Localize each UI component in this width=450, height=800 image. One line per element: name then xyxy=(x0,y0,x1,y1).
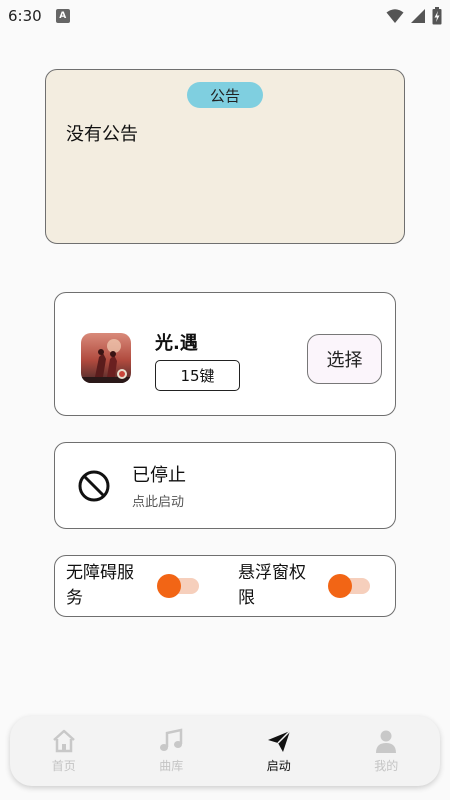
stopped-icon xyxy=(78,470,110,502)
announcement-badge: 公告 xyxy=(187,82,263,108)
game-cover-icon xyxy=(81,333,131,383)
notification-icon: A xyxy=(55,9,70,23)
overlay-permission-label: 悬浮窗权限 xyxy=(238,563,306,608)
status-icons xyxy=(386,7,442,25)
person-icon xyxy=(376,730,397,753)
select-button[interactable]: 选择 xyxy=(307,334,382,384)
status-bar: 6:30 A xyxy=(0,0,450,32)
send-icon xyxy=(267,730,291,752)
service-state-card[interactable]: 已停止 点此启动 xyxy=(54,442,396,529)
nav-item-launch[interactable]: 启动 xyxy=(239,728,319,774)
accessibility-service-label: 无障碍服务 xyxy=(66,563,134,608)
key-count-badge: 15键 xyxy=(155,360,240,391)
game-name: 光.遇 xyxy=(155,333,198,354)
toggle-thumb xyxy=(328,574,352,598)
accessibility-service-toggle[interactable] xyxy=(157,574,201,598)
toggle-thumb xyxy=(157,574,181,598)
service-state-title: 已停止 xyxy=(132,465,186,486)
wifi-icon xyxy=(386,9,404,23)
nav-label-mine: 我的 xyxy=(374,759,399,773)
music-note-icon xyxy=(160,728,183,751)
nav-item-mine[interactable]: 我的 xyxy=(346,728,426,774)
signal-icon xyxy=(411,9,425,23)
nav-item-home[interactable]: 首页 xyxy=(24,728,104,774)
status-time: 6:30 xyxy=(8,7,42,25)
permissions-card: 无障碍服务 悬浮窗权限 xyxy=(54,555,396,617)
nav-item-library[interactable]: 曲库 xyxy=(131,728,211,774)
nav-label-home: 首页 xyxy=(51,759,76,773)
overlay-permission-toggle[interactable] xyxy=(328,574,372,598)
announcement-card: 公告 没有公告 xyxy=(45,69,405,244)
home-icon xyxy=(52,729,75,753)
announcement-text: 没有公告 xyxy=(66,124,138,145)
battery-charging-icon xyxy=(432,7,442,25)
bottom-navigation: 首页 曲库 启动 我的 xyxy=(10,716,440,786)
nav-label-library: 曲库 xyxy=(159,759,184,773)
nav-label-launch: 启动 xyxy=(266,759,291,773)
game-card: 光.遇 15键 选择 xyxy=(54,292,396,416)
service-state-subtitle: 点此启动 xyxy=(132,495,185,510)
